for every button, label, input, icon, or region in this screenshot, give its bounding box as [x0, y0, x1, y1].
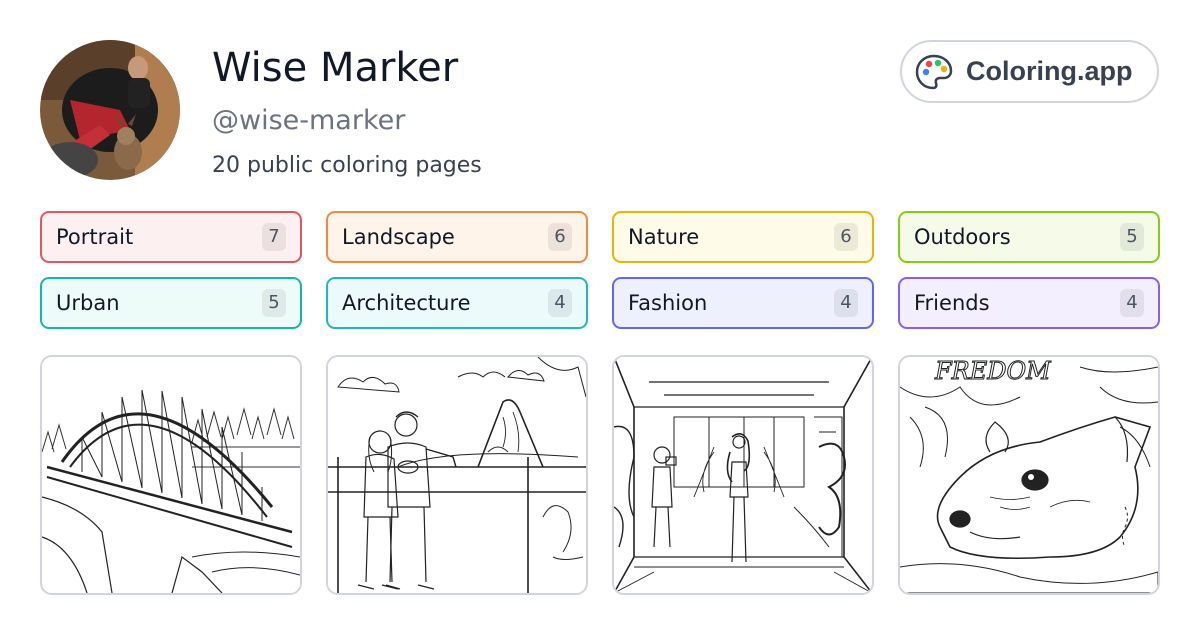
- tag-architecture[interactable]: Architecture 4: [326, 277, 588, 329]
- tag-count: 5: [262, 289, 286, 317]
- palette-icon: [915, 54, 953, 89]
- brand-label: Coloring.app: [966, 56, 1133, 86]
- tag-portrait[interactable]: Portrait 7: [40, 211, 302, 263]
- tag-label: Outdoors: [914, 225, 1011, 249]
- svg-text:FREDOM: FREDOM: [934, 357, 1052, 385]
- tag-outdoors[interactable]: Outdoors 5: [898, 211, 1160, 263]
- tag-list: Portrait 7 Landscape 6 Nature 6 Outdoors…: [40, 211, 1160, 329]
- tag-count: 6: [834, 223, 858, 251]
- page-count: 20 public coloring pages: [212, 153, 482, 178]
- thumbnail-grid: FREDOM: [40, 355, 1160, 595]
- tag-landscape[interactable]: Landscape 6: [326, 211, 588, 263]
- tag-count: 6: [548, 223, 572, 251]
- thumbnail-couple-mountain[interactable]: [326, 355, 588, 595]
- tag-fashion[interactable]: Fashion 4: [612, 277, 874, 329]
- tag-urban[interactable]: Urban 5: [40, 277, 302, 329]
- tag-label: Landscape: [342, 225, 455, 249]
- tag-label: Architecture: [342, 291, 471, 315]
- profile-handle: @wise-marker: [212, 105, 406, 136]
- tag-nature[interactable]: Nature 6: [612, 211, 874, 263]
- thumbnail-bridge[interactable]: [40, 355, 302, 595]
- tag-label: Friends: [914, 291, 990, 315]
- tag-count: 5: [1120, 223, 1144, 251]
- brand-link[interactable]: Coloring.app: [900, 40, 1159, 103]
- tag-count: 7: [262, 223, 286, 251]
- thumbnail-graffiti-tunnel[interactable]: [612, 355, 874, 595]
- avatar[interactable]: [40, 40, 180, 180]
- tag-friends[interactable]: Friends 4: [898, 277, 1160, 329]
- tag-label: Nature: [628, 225, 700, 249]
- tag-label: Fashion: [628, 291, 708, 315]
- thumbnail-dog-portrait[interactable]: FREDOM: [898, 355, 1160, 595]
- tag-label: Urban: [56, 291, 120, 315]
- tag-count: 4: [548, 289, 572, 317]
- profile-name: Wise Marker: [212, 45, 459, 91]
- tag-count: 4: [1120, 289, 1144, 317]
- tag-count: 4: [834, 289, 858, 317]
- tag-label: Portrait: [56, 225, 134, 249]
